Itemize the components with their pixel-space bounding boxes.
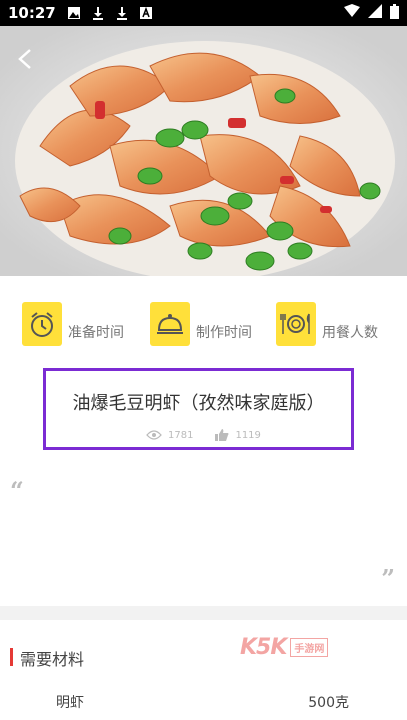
text-icon bbox=[138, 5, 154, 21]
ingredients-title: 需要材料 bbox=[20, 650, 85, 669]
ingredients-section: 需要材料 明虾 500克 bbox=[0, 620, 407, 720]
gallery-icon bbox=[66, 5, 82, 21]
back-button[interactable] bbox=[10, 44, 40, 74]
plate-cutlery-icon bbox=[276, 302, 316, 346]
recipe-title: 油爆毛豆明虾（孜然味家庭版） bbox=[72, 393, 325, 414]
likes-count: 1119 bbox=[235, 429, 261, 441]
signal-icon bbox=[368, 4, 382, 22]
eye-icon bbox=[146, 430, 162, 440]
watermark-brand: K5K bbox=[240, 634, 287, 660]
prep-time-label: 准备时间 bbox=[68, 325, 124, 341]
ingredient-name: 明虾 bbox=[56, 695, 84, 711]
chevron-left-icon bbox=[18, 49, 31, 69]
wifi-icon bbox=[344, 4, 360, 22]
recipe-info-card: 准备时间 制作时间 用餐人数 油爆毛豆明虾（孜然味家庭版） 1781 1119 … bbox=[0, 276, 407, 606]
recipe-stats: 1781 1119 bbox=[146, 429, 283, 441]
status-time: 10:27 bbox=[8, 4, 56, 22]
cook-time-label: 制作时间 bbox=[196, 325, 252, 341]
servings-item: 用餐人数 bbox=[276, 302, 378, 346]
status-right bbox=[344, 3, 399, 23]
food-cover-icon bbox=[150, 302, 190, 346]
watermark-logo: K5K 手游网 bbox=[240, 632, 329, 662]
views-count: 1781 bbox=[168, 429, 194, 441]
ingredient-amount: 500克 bbox=[308, 695, 349, 711]
download-icon bbox=[114, 5, 130, 21]
thumbs-up-icon bbox=[215, 429, 229, 441]
status-bar: 10:27 bbox=[0, 0, 407, 26]
battery-icon bbox=[390, 3, 399, 23]
download-icon bbox=[90, 5, 106, 21]
quote-open-icon: “ bbox=[10, 476, 24, 505]
recipe-title-box: 油爆毛豆明虾（孜然味家庭版） 1781 1119 bbox=[43, 368, 354, 450]
servings-label: 用餐人数 bbox=[322, 325, 378, 341]
recipe-meta-row: 准备时间 制作时间 用餐人数 bbox=[0, 302, 407, 352]
prep-time-item: 准备时间 bbox=[22, 302, 124, 346]
alarm-clock-icon bbox=[22, 302, 62, 346]
food-photo bbox=[0, 26, 407, 276]
likes-stat[interactable]: 1119 bbox=[215, 429, 261, 441]
recipe-hero-image bbox=[0, 26, 407, 276]
ingredient-row: 明虾 500克 bbox=[0, 692, 407, 712]
watermark-sub: 手游网 bbox=[290, 637, 329, 657]
views-stat: 1781 bbox=[146, 430, 193, 441]
section-accent-bar bbox=[10, 648, 13, 666]
quote-close-icon: ” bbox=[381, 564, 395, 593]
cook-time-item: 制作时间 bbox=[150, 302, 252, 346]
